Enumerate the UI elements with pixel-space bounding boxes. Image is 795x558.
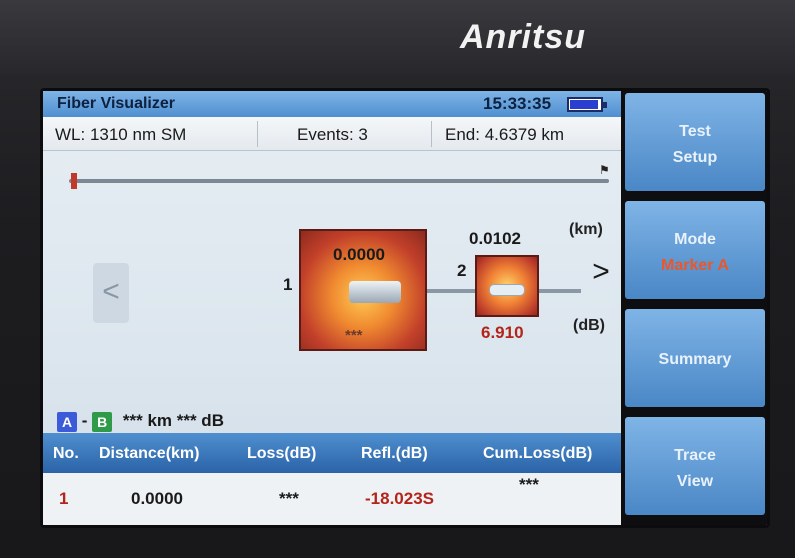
softkey-label: Summary xyxy=(658,351,732,368)
fiber-overview-line[interactable] xyxy=(69,179,609,183)
cell-distance: 0.0000 xyxy=(131,489,183,508)
title-bar: Fiber Visualizer 15:33:35 xyxy=(43,91,621,117)
battery-icon xyxy=(567,97,607,112)
ab-marker-readout: A - B *** km *** dB xyxy=(57,411,224,432)
col-cum-loss: Cum.Loss(dB) xyxy=(483,445,593,462)
info-bar: WL: 1310 nm SM Events: 3 End: 4.6379 km xyxy=(43,117,621,151)
end-distance: End: 4.6379 km xyxy=(445,125,565,144)
divider xyxy=(257,121,258,147)
test-setup-softkey[interactable]: Test Setup xyxy=(625,93,765,191)
cell-refl: -18.023S xyxy=(365,489,434,508)
cell-cum-loss: *** xyxy=(519,475,539,494)
trace-view-softkey[interactable]: Trace View xyxy=(625,417,765,515)
col-no: No. xyxy=(53,445,79,462)
app-title: Fiber Visualizer xyxy=(57,95,175,112)
event-2-loss: 6.910 xyxy=(481,323,524,342)
cell-no: 1 xyxy=(59,489,69,508)
summary-softkey[interactable]: Summary xyxy=(625,309,765,407)
softkey-label: View xyxy=(676,473,714,490)
device-top-bezel xyxy=(0,0,795,75)
device-screen: Fiber Visualizer 15:33:35 WL: 1310 nm SM… xyxy=(40,88,770,528)
softkey-label: Mode xyxy=(674,231,716,248)
mode-softkey[interactable]: Mode Marker A xyxy=(625,201,765,299)
connector-icon xyxy=(349,281,401,303)
splice-icon xyxy=(489,284,525,296)
marker-a-icon: A xyxy=(57,411,77,432)
scroll-left-button[interactable]: < xyxy=(93,263,129,323)
event-table-header: No. Distance(km) Loss(dB) Refl.(dB) Cum.… xyxy=(43,433,621,473)
event-1-loss: *** xyxy=(345,327,363,344)
unit-km-label: (km) xyxy=(569,221,603,238)
ab-separator: - xyxy=(81,411,88,430)
softkey-value: Marker A xyxy=(661,257,729,274)
clock: 15:33:35 xyxy=(483,94,552,113)
col-refl: Refl.(dB) xyxy=(361,445,428,462)
event-2-number: 2 xyxy=(457,261,467,280)
end-flag-icon: ⚑ xyxy=(599,163,610,177)
event-1-number: 1 xyxy=(283,275,293,294)
event-2-distance: 0.0102 xyxy=(469,229,521,248)
softkey-panel: Test Setup Mode Marker A Summary Trace V… xyxy=(621,91,767,525)
brand-logo: Anritsu xyxy=(460,18,586,56)
ab-value: *** km *** dB xyxy=(122,411,224,430)
cell-loss: *** xyxy=(279,489,299,508)
divider xyxy=(431,121,432,147)
start-marker-icon xyxy=(71,173,77,189)
col-distance: Distance(km) xyxy=(99,445,200,462)
scroll-right-button[interactable]: > xyxy=(583,243,619,303)
marker-b-icon: B xyxy=(92,411,113,432)
unit-db-label: (dB) xyxy=(573,317,605,334)
events-count: Events: 3 xyxy=(297,125,368,144)
main-panel: Fiber Visualizer 15:33:35 WL: 1310 nm SM… xyxy=(43,91,621,525)
table-row[interactable]: 1 0.0000 *** -18.023S *** xyxy=(43,473,621,525)
col-loss: Loss(dB) xyxy=(247,445,317,462)
softkey-label: Setup xyxy=(672,149,718,166)
softkey-label: Trace xyxy=(674,447,716,464)
softkey-label: Test xyxy=(679,123,711,140)
wavelength-label: WL: 1310 nm SM xyxy=(55,125,187,144)
event-1-distance: 0.0000 xyxy=(333,245,385,264)
